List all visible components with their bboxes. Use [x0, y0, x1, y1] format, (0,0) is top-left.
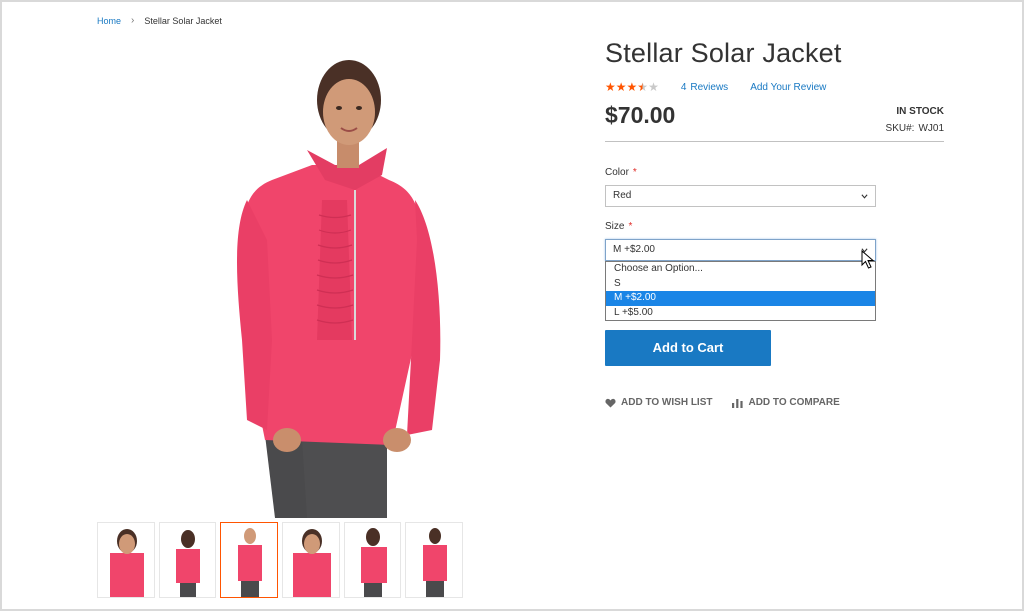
rating-stars: ★ ★ ★ ★ ★ [605, 81, 659, 93]
thumbnail[interactable] [343, 522, 402, 598]
size-dropdown-list: Choose an Option... S M +$2.00 L +$5.00 [605, 261, 876, 321]
breadcrumb-separator: › [131, 15, 135, 26]
breadcrumb-home-link[interactable]: Home [97, 16, 121, 26]
product-actions: ADD TO WISH LIST ADD TO COMPARE [605, 397, 860, 408]
mouse-cursor-icon [861, 250, 875, 269]
required-mark: * [632, 167, 637, 178]
product-price: $70.00 [605, 102, 676, 128]
breadcrumb: Home › Stellar Solar Jacket [97, 15, 222, 26]
stock-status: IN STOCK [896, 106, 944, 117]
breadcrumb-current: Stellar Solar Jacket [144, 15, 222, 26]
thumbnail[interactable] [282, 522, 340, 598]
color-label-text: Color [605, 167, 629, 178]
star-full-icon: ★ [615, 80, 627, 94]
size-option[interactable]: Choose an Option... [606, 262, 875, 277]
add-review-link[interactable]: Add Your Review [750, 82, 826, 93]
size-option-selected[interactable]: M +$2.00 [606, 291, 875, 306]
size-label: Size * [605, 221, 632, 232]
rating-summary: ★ ★ ★ ★ ★ 4 Reviews Add Your Review [605, 81, 826, 93]
required-mark: * [628, 221, 633, 232]
reviews-label: Reviews [690, 81, 729, 93]
size-select[interactable]: M +$2.00 [605, 239, 876, 261]
thumbnail[interactable] [405, 522, 464, 598]
size-option[interactable]: L +$5.00 [606, 306, 875, 321]
size-label-text: Size [605, 221, 625, 232]
main-product-image[interactable] [97, 40, 463, 518]
compare-label: ADD TO COMPARE [748, 397, 840, 408]
color-label: Color * [605, 167, 637, 178]
reviews-count: 4 [680, 81, 687, 93]
thumbnail-active[interactable] [220, 522, 279, 598]
compare-bars-icon [732, 398, 744, 408]
thumbnail[interactable] [97, 522, 155, 598]
sku-label: SKU#: [885, 123, 915, 134]
product-title: Stellar Solar Jacket [605, 38, 842, 68]
size-select-value: M +$2.00 [613, 244, 655, 255]
divider [605, 141, 944, 142]
star-full-icon: ★ [605, 80, 616, 94]
reviews-link[interactable]: 4 Reviews [681, 82, 728, 93]
star-full-icon: ★ [626, 80, 638, 94]
size-option[interactable]: S [606, 277, 875, 292]
thumbnail-strip [97, 522, 464, 598]
star-half-icon: ★ [637, 80, 649, 94]
add-to-compare-link[interactable]: ADD TO COMPARE [732, 397, 840, 408]
add-to-cart-button[interactable]: Add to Cart [605, 330, 771, 366]
model-wearing-jacket-image [237, 60, 441, 518]
thumbnail[interactable] [158, 522, 217, 598]
wishlist-label: ADD TO WISH LIST [621, 397, 713, 408]
color-select-value: Red [613, 190, 632, 201]
color-select[interactable]: Red [605, 185, 876, 207]
sku-value: WJ01 [918, 123, 944, 134]
heart-icon [605, 398, 616, 408]
sku: SKU#: WJ01 [886, 123, 944, 134]
star-empty-icon: ★ [648, 80, 659, 94]
add-to-wishlist-link[interactable]: ADD TO WISH LIST [605, 397, 712, 408]
chevron-down-icon [861, 194, 868, 199]
